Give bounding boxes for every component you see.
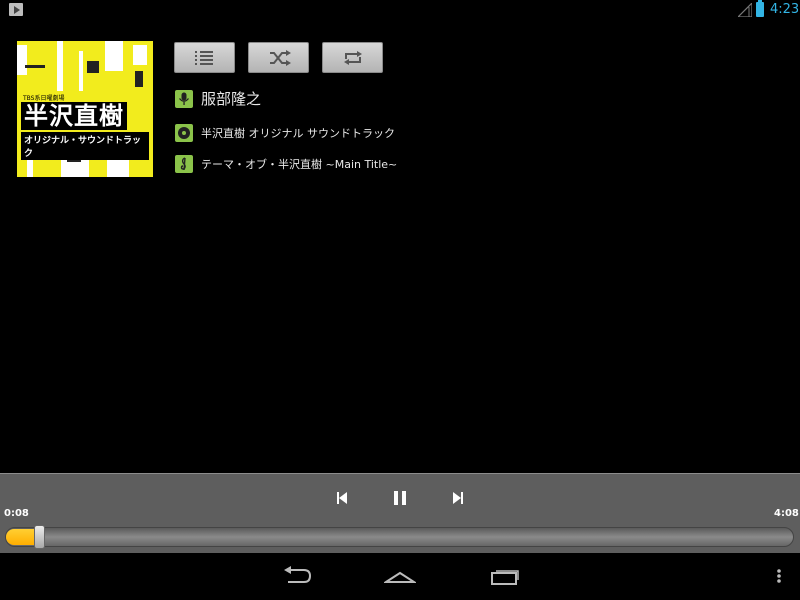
- overflow-menu-icon[interactable]: [774, 565, 784, 587]
- album-art-subtitle: オリジナル・サウンドトラック: [21, 132, 149, 160]
- shuffle-button[interactable]: [248, 42, 309, 73]
- artist-row: 服部隆之: [175, 88, 261, 109]
- album-art-title: 半沢直樹: [21, 102, 127, 130]
- repeat-icon: [344, 51, 362, 65]
- navigation-bar: [0, 553, 800, 600]
- treble-clef-icon: [175, 155, 193, 173]
- previous-track-button[interactable]: [333, 489, 351, 507]
- album-row: 半沢直樹 オリジナル サウンドトラック: [175, 124, 395, 142]
- album-art-logo: TBS系日曜劇場 半沢直樹 オリジナル・サウンドトラック: [21, 93, 149, 160]
- playlist-icon: [195, 51, 213, 65]
- pause-button[interactable]: [391, 489, 409, 507]
- song-title: テーマ・オブ・半沢直樹 ~Main Title~: [201, 158, 398, 171]
- status-time: 4:23: [770, 2, 800, 17]
- status-bar: 4:23: [0, 0, 800, 20]
- album-name: 半沢直樹 オリジナル サウンドトラック: [201, 127, 395, 140]
- home-icon[interactable]: [384, 565, 416, 587]
- song-row: テーマ・オブ・半沢直樹 ~Main Title~: [175, 155, 397, 173]
- microphone-icon: [175, 89, 193, 108]
- battery-icon: [756, 0, 764, 17]
- seek-bar[interactable]: [5, 527, 794, 547]
- seek-bar-thumb[interactable]: [34, 525, 46, 549]
- repeat-button[interactable]: [322, 42, 383, 73]
- shuffle-icon: [270, 50, 291, 66]
- artist-name: 服部隆之: [201, 90, 262, 108]
- player-panel: 0:08 4:08: [0, 473, 800, 553]
- seek-bar-progress: [6, 529, 37, 545]
- play-notification-icon[interactable]: [9, 3, 23, 16]
- elapsed-time: 0:08: [4, 508, 29, 519]
- album-art[interactable]: TBS系日曜劇場 半沢直樹 オリジナル・サウンドトラック: [17, 41, 153, 177]
- next-track-button[interactable]: [449, 489, 467, 507]
- total-duration: 4:08: [774, 508, 799, 519]
- recent-apps-icon[interactable]: [490, 565, 520, 587]
- signal-icon: [738, 3, 752, 17]
- album-disc-icon: [175, 124, 193, 142]
- playlist-button[interactable]: [174, 42, 235, 73]
- back-icon[interactable]: [282, 565, 312, 587]
